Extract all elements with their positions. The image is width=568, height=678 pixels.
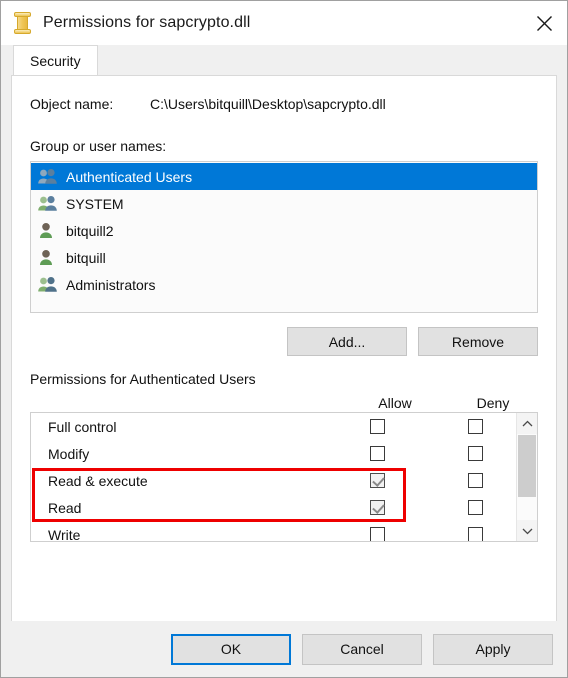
allow-checkbox[interactable] — [370, 500, 385, 515]
table-row[interactable]: Full control — [31, 413, 516, 440]
tab-security-label: Security — [30, 52, 81, 69]
table-row[interactable]: Write — [31, 521, 516, 541]
list-item-label: Administrators — [66, 276, 156, 293]
title-bar: Permissions for sapcrypto.dll — [1, 1, 567, 45]
group-or-user-names-list[interactable]: Authenticated Users SYSTEM bitquill2 bit… — [30, 161, 538, 313]
chevron-up-icon — [522, 420, 533, 426]
list-item[interactable]: bitquill — [31, 244, 537, 271]
chevron-down-icon — [522, 528, 533, 534]
table-row[interactable]: Modify — [31, 440, 516, 467]
user-icon — [37, 248, 59, 268]
deny-column-header: Deny — [476, 395, 510, 411]
allow-checkbox[interactable] — [370, 527, 385, 541]
permissions-scroll-area: Full control Modify Read & execute Read — [31, 413, 516, 541]
dialog-footer: OK Cancel Apply — [1, 621, 567, 677]
permissions-dialog: Permissions for sapcrypto.dll Security O… — [0, 0, 568, 678]
close-button[interactable] — [521, 1, 567, 45]
list-item-label: SYSTEM — [66, 195, 124, 212]
permission-name: Read — [48, 499, 82, 516]
list-item-label: bitquill — [66, 249, 106, 266]
table-row[interactable]: Read & execute — [31, 467, 516, 494]
list-action-buttons: Add... Remove — [30, 327, 538, 356]
scroll-up-button[interactable] — [517, 413, 537, 434]
security-tab-panel: Object name: C:\Users\bitquill\Desktop\s… — [11, 75, 557, 653]
object-name-label: Object name: — [30, 96, 114, 112]
list-item[interactable]: bitquill2 — [31, 217, 537, 244]
list-item-label: bitquill2 — [66, 222, 114, 239]
deny-checkbox[interactable] — [468, 500, 483, 515]
group-icon — [37, 275, 59, 295]
permissions-header: Permissions for Authenticated Users Allo… — [30, 370, 538, 412]
object-name-value: C:\Users\bitquill\Desktop\sapcrypto.dll — [150, 96, 386, 112]
allow-checkbox[interactable] — [370, 446, 385, 461]
add-button[interactable]: Add... — [287, 327, 407, 356]
scroll-down-button[interactable] — [517, 520, 537, 541]
allow-checkbox[interactable] — [370, 419, 385, 434]
group-list-label: Group or user names: — [30, 138, 167, 154]
cancel-button[interactable]: Cancel — [302, 633, 422, 665]
permission-name: Read & execute — [48, 472, 148, 489]
list-item[interactable]: SYSTEM — [31, 190, 537, 217]
allow-column-header: Allow — [378, 395, 412, 411]
deny-checkbox[interactable] — [468, 446, 483, 461]
close-icon — [536, 15, 552, 31]
scrollbar-thumb[interactable] — [518, 435, 536, 497]
permissions-grid: Full control Modify Read & execute Read — [30, 412, 538, 542]
ok-button[interactable]: OK — [171, 633, 291, 665]
window-title: Permissions for sapcrypto.dll — [43, 14, 251, 31]
deny-checkbox[interactable] — [468, 473, 483, 488]
permission-name: Modify — [48, 445, 90, 462]
deny-checkbox[interactable] — [468, 419, 483, 434]
deny-checkbox[interactable] — [468, 527, 483, 541]
user-icon — [37, 221, 59, 241]
apply-button[interactable]: Apply — [433, 633, 553, 665]
table-row[interactable]: Read — [31, 494, 516, 521]
group-icon — [37, 167, 59, 187]
permission-name: Full control — [48, 418, 117, 435]
list-item[interactable]: Authenticated Users — [31, 163, 537, 190]
object-name-row: Object name: C:\Users\bitquill\Desktop\s… — [30, 96, 538, 112]
remove-button[interactable]: Remove — [418, 327, 538, 356]
permissions-scroll-icon — [13, 12, 33, 34]
tab-security[interactable]: Security — [13, 45, 98, 75]
list-item[interactable]: Administrators — [31, 271, 537, 298]
permission-name: Write — [48, 526, 81, 542]
group-icon — [37, 194, 59, 214]
list-item-label: Authenticated Users — [66, 168, 193, 185]
tab-strip: Security — [1, 45, 567, 75]
permissions-label: Permissions for Authenticated Users — [30, 371, 256, 387]
permissions-scrollbar[interactable] — [516, 413, 537, 541]
allow-checkbox[interactable] — [370, 473, 385, 488]
